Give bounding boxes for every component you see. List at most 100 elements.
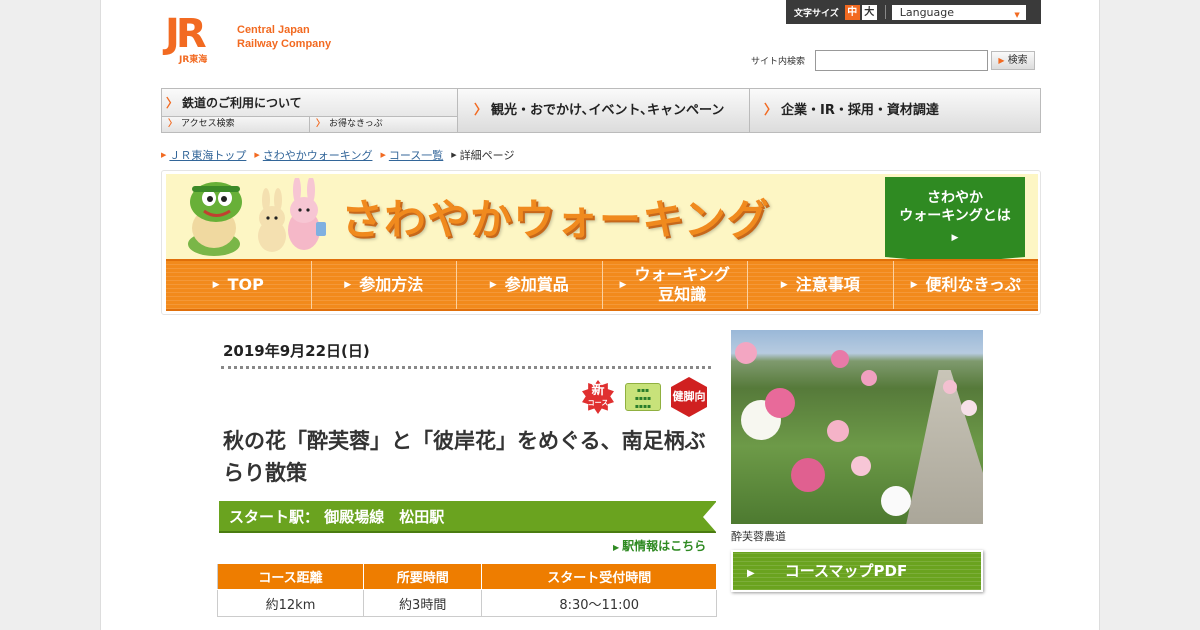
language-label: Language (899, 5, 955, 19)
walking-nav-how-to-join[interactable]: ▶ 参加方法 (311, 261, 457, 309)
header-distance: コース距離 (217, 563, 364, 590)
breadcrumb-link-course-list[interactable]: コース一覧 (389, 147, 443, 163)
page: JR JR東海 Central Japan Railway Company 文字… (100, 0, 1100, 630)
walking-nav-label: 便利なきっぷ (925, 275, 1021, 294)
site-search: サイト内検索 ▶ 検索 (751, 50, 1036, 71)
search-input[interactable] (815, 50, 989, 71)
start-station-bar: スタート駅： 御殿場線 松田駅 (219, 501, 717, 533)
gnav-item-tourism-label: 観光・おでかけ､イベント､キャンペーン (491, 103, 725, 118)
about-walking-line2: ウォーキングとは (899, 208, 1011, 224)
course-map-pdf-button[interactable]: ▶ コースマップPDF (731, 550, 983, 592)
event-date: 2019年9月22日(日) (223, 342, 370, 360)
station-info-link[interactable]: ▶ 駅情報はこちら (613, 537, 706, 554)
mascot-illustration (188, 178, 326, 256)
search-button[interactable]: ▶ 検索 (991, 51, 1036, 70)
chevron-right-icon: 〉 (764, 103, 778, 118)
triangle-right-icon: ▶ (910, 280, 918, 290)
course-map-pdf-label: コースマップPDF (784, 562, 908, 580)
triangle-right-icon: ▶ (619, 280, 627, 290)
jr-central-logo[interactable]: JR JR東海 Central Japan Railway Company (165, 11, 331, 65)
triangle-right-icon: ▶ (254, 151, 260, 159)
photo-flower (861, 370, 877, 386)
chevron-right-icon: 〉 (316, 119, 326, 129)
dotted-divider (221, 366, 711, 369)
logo-mark-text: JR (165, 11, 207, 57)
breadcrumb-link-walking[interactable]: さわやかウォーキング (263, 147, 373, 163)
company-name-line1: Central Japan (237, 24, 310, 36)
walking-nav-prizes[interactable]: ▶ 参加賞品 (457, 261, 603, 309)
value-distance: 約12km (217, 589, 364, 617)
walking-nav-top[interactable]: ▶ TOP (166, 261, 312, 309)
breadcrumb: ▶ ＪＲ東海トップ ▶ さわやかウォーキング ▶ コース一覧 ▶ 詳細ページ (161, 147, 514, 163)
course-badges: 新コース ▪▪▪ ▪▪▪▪ ▪▪▪▪ 健脚向 (581, 377, 707, 417)
about-walking-button[interactable]: さわやか ウォーキングとは ▶ (885, 177, 1025, 263)
gnav-item-railway[interactable]: 〉鉄道のご利用について (166, 94, 302, 111)
gnav-item-corporate-label: 企業・IR・採用・資材調達 (781, 103, 939, 118)
photo-flower (881, 486, 911, 516)
arrow-right-icon: ▶ (998, 56, 1005, 65)
gnav-subnav: 〉アクセス検索 〉お得なきっぷ (162, 116, 458, 132)
new-badge-sublabel: コース (587, 399, 609, 407)
course-photo[interactable] (731, 330, 983, 524)
chevron-right-icon: 〉 (168, 119, 178, 129)
language-select[interactable]: Language ▼ (891, 4, 1026, 20)
jr-logo-mark: JR JR東海 (165, 11, 229, 65)
breadcrumb-link-jr-top[interactable]: ＪＲ東海トップ (169, 147, 246, 163)
gnav-sub-access-search-label: アクセス検索 (181, 119, 235, 129)
walking-nav-label: ウォーキング 豆知識 (634, 265, 730, 304)
font-size-label: 文字サイズ (794, 8, 839, 19)
walking-nav-label: 参加賞品 (504, 275, 569, 294)
gnav-item-tourism[interactable]: 〉観光・おでかけ､イベント､キャンペーン (458, 89, 750, 132)
banner-title: さわやかウォーキング (341, 195, 770, 244)
banner-header: さわやかウォーキング さわやか ウォーキングとは ▶ (166, 174, 1038, 263)
search-button-label: 検索 (1007, 55, 1028, 66)
walking-nav-label: 参加方法 (359, 275, 424, 294)
search-label: サイト内検索 (751, 57, 806, 67)
gnav-railway-use: 〉鉄道のご利用について 〉アクセス検索 〉お得なきっぷ (162, 89, 458, 132)
table-row: 約12km 約3時間 8:30～11:00 (217, 589, 717, 617)
walking-nav-tickets[interactable]: ▶ 便利なきっぷ (893, 261, 1038, 309)
gnav-item-corporate[interactable]: 〉企業・IR・採用・資材調達 (750, 89, 1040, 132)
photo-flower (735, 342, 757, 364)
walking-nav-label: 注意事項 (795, 275, 860, 294)
triangle-right-icon: ▶ (212, 280, 220, 290)
chevron-right-icon: 〉 (166, 96, 179, 110)
station-info-link-label: 駅情報はこちら (622, 539, 707, 553)
photo-flower (851, 456, 871, 476)
gnav-sub-access-search[interactable]: 〉アクセス検索 (162, 117, 310, 132)
global-nav: 〉鉄道のご利用について 〉アクセス検索 〉お得なきっぷ 〉観光・おでかけ､イベン… (161, 88, 1041, 133)
triangle-right-icon: ▶ (489, 280, 497, 290)
font-size-medium-button[interactable]: 中 (844, 4, 860, 20)
logo-sub-text: JR東海 (179, 55, 208, 65)
walking-nav: ▶ TOP ▶ 参加方法 ▶ 参加賞品 ▶ ウォーキング 豆知識 ▶ 注意事項 ▶ 便利なき… (166, 259, 1038, 311)
chevron-right-icon: 〉 (474, 103, 488, 118)
value-duration: 約3時間 (362, 589, 483, 617)
photo-flower (943, 380, 957, 394)
triangle-right-icon: ▶ (451, 151, 457, 159)
font-size-large-button[interactable]: 大 (861, 4, 877, 20)
utility-bar: 文字サイズ 中 大 Language ▼ (786, 0, 1041, 24)
photo-flower (765, 388, 795, 418)
walking-nav-cautions[interactable]: ▶ 注意事項 (748, 261, 894, 309)
table-header-row: コース距離 所要時間 スタート受付時間 (217, 563, 717, 590)
triangle-right-icon: ▶ (161, 151, 167, 159)
walking-nav-trivia[interactable]: ▶ ウォーキング 豆知識 (602, 261, 748, 309)
breadcrumb-item: ▶ さわやかウォーキング (254, 147, 372, 163)
walking-nav-label: TOP (227, 275, 264, 294)
breadcrumb-item: ▶ コース一覧 (380, 147, 443, 163)
triangle-right-icon: ▶ (780, 280, 788, 290)
walking-banner: さわやかウォーキング さわやか ウォーキングとは ▶ ▶ TOP ▶ 参加方法 ▶ 参… (161, 170, 1041, 315)
triangle-right-icon: ▶ (747, 568, 755, 579)
new-badge-label: 新 (591, 383, 605, 398)
triangle-right-icon: ▶ (613, 543, 620, 552)
photo-flower (961, 400, 977, 416)
gnav-sub-value-tickets[interactable]: 〉お得なきっぷ (310, 117, 458, 132)
walking-logo-badge: ▪▪▪ ▪▪▪▪ ▪▪▪▪ (625, 383, 661, 411)
gnav-item-railway-label: 鉄道のご利用について (182, 96, 302, 110)
photo-flower (827, 420, 849, 442)
new-course-badge: 新コース (582, 380, 614, 414)
header-duration: 所要時間 (362, 563, 483, 590)
course-title: 秋の花「酔芙蓉」と「彼岸花」をめぐる、南足柄ぶらり散策 (223, 429, 706, 485)
photo-flower (791, 458, 825, 492)
divider (884, 5, 886, 19)
